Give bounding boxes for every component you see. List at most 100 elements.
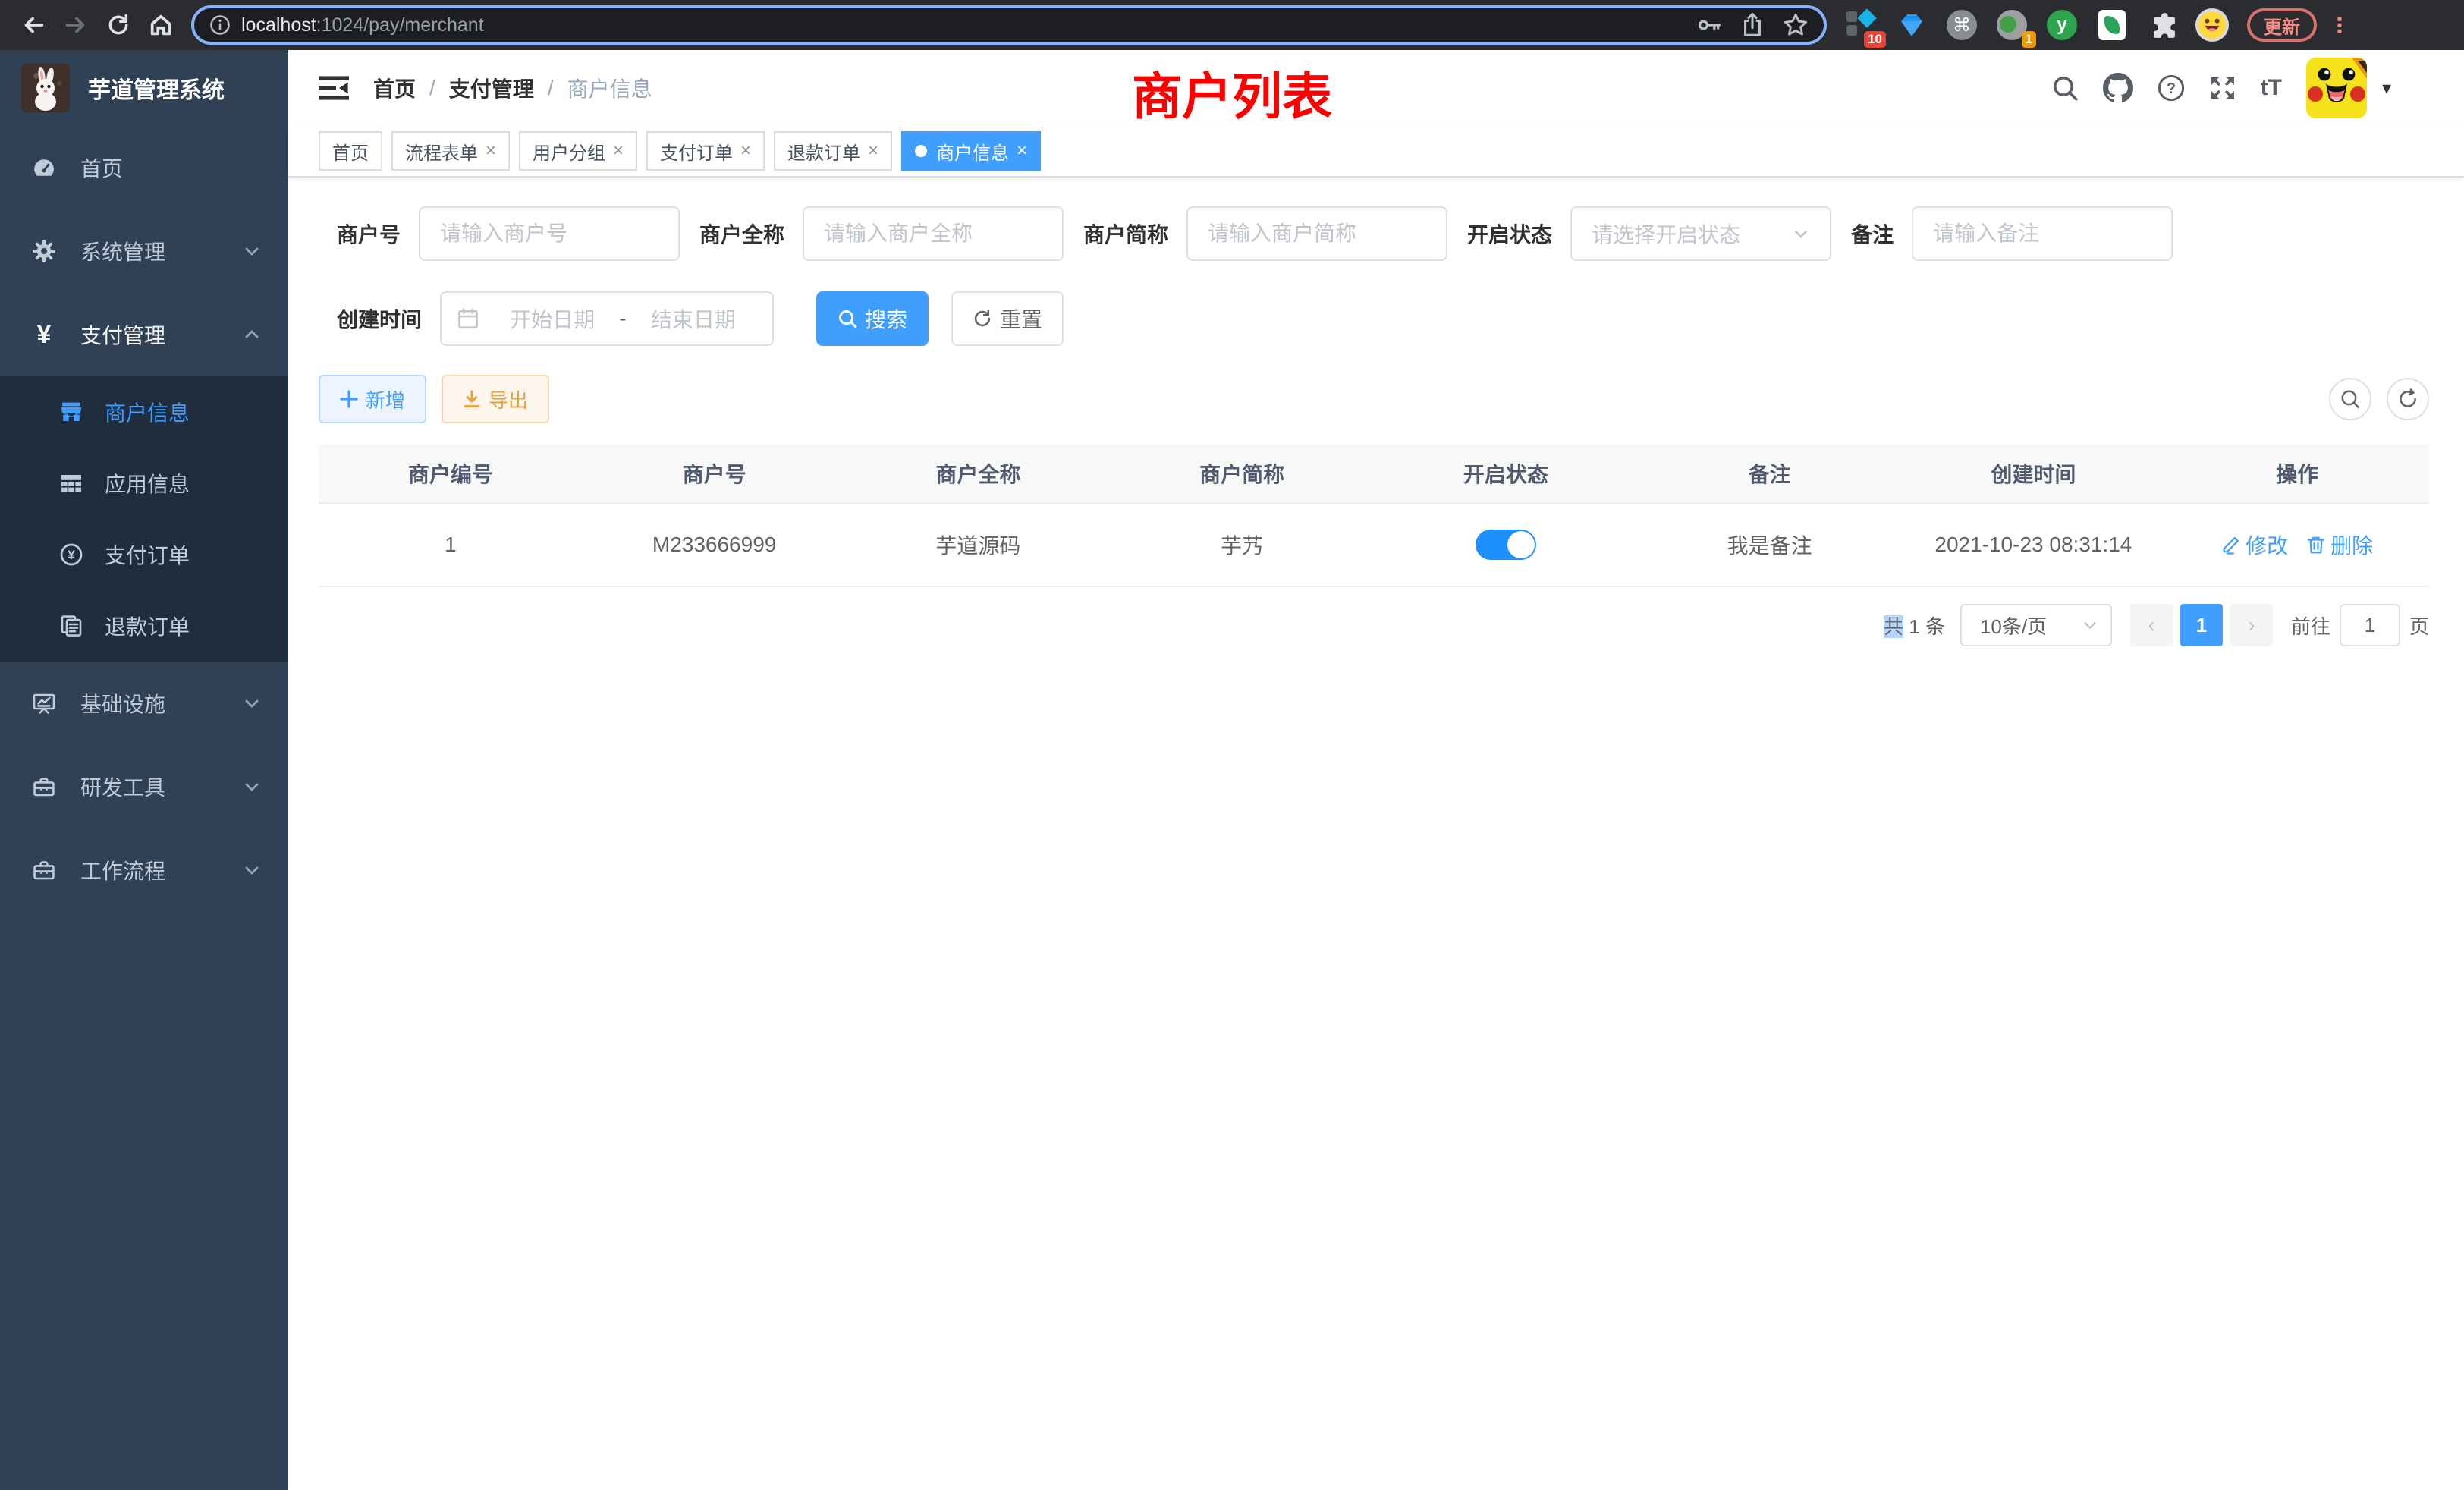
tab-label: 首页 xyxy=(332,138,369,165)
user-avatar[interactable] xyxy=(2306,58,2367,118)
close-icon[interactable]: × xyxy=(1017,142,1027,160)
font-size-icon[interactable]: tT xyxy=(2261,75,2282,101)
command-extension-icon[interactable]: ⌘ xyxy=(1945,8,1978,42)
sidebar-item-system[interactable]: 系统管理 xyxy=(0,209,288,293)
share-icon[interactable] xyxy=(1740,12,1765,38)
close-icon[interactable]: × xyxy=(613,142,624,160)
full-name-input[interactable] xyxy=(803,206,1064,261)
profile-avatar-icon[interactable] xyxy=(2195,8,2229,42)
tag-view-bar: 首页 流程表单 × 用户分组 × 支付订单 × 退款订单 × xyxy=(288,126,2464,178)
extension-badge: 1 xyxy=(2022,31,2036,48)
short-name-input[interactable] xyxy=(1186,206,1447,261)
tab-refund-order[interactable]: 退款订单 × xyxy=(774,131,892,171)
goto-suffix: 页 xyxy=(2409,611,2429,640)
search-button-label: 搜索 xyxy=(865,303,907,334)
search-button[interactable]: 搜索 xyxy=(816,291,929,346)
y-extension-icon[interactable]: y xyxy=(2045,8,2079,42)
next-page-button[interactable]: › xyxy=(2230,604,2273,646)
sidebar-item-pay[interactable]: ¥ 支付管理 xyxy=(0,293,288,376)
merchant-no-input[interactable] xyxy=(419,206,680,261)
add-button-label: 新增 xyxy=(366,385,405,413)
github-icon[interactable] xyxy=(2103,73,2133,103)
column-header: 操作 xyxy=(2165,445,2429,502)
edit-label: 修改 xyxy=(2246,530,2288,560)
forward-icon[interactable] xyxy=(55,4,97,46)
fullscreen-icon[interactable] xyxy=(2209,74,2236,102)
pencil-icon xyxy=(2221,535,2241,555)
update-label: 更新 xyxy=(2264,12,2300,39)
gem-extension-icon[interactable] xyxy=(1895,8,1928,42)
page-1-button[interactable]: 1 xyxy=(2180,604,2223,646)
hamburger-icon[interactable] xyxy=(319,74,349,102)
sidebar-item-devtool[interactable]: 研发工具 xyxy=(0,745,288,828)
chrome-update-button[interactable]: 更新 xyxy=(2247,8,2317,42)
toolbox-icon xyxy=(30,775,58,799)
close-icon[interactable]: × xyxy=(740,142,751,160)
sidebar-item-infra[interactable]: 基础设施 xyxy=(0,662,288,745)
main-area: 首页 / 支付管理 / 商户信息 ? xyxy=(288,50,2464,1490)
reset-button[interactable]: 重置 xyxy=(951,291,1064,346)
back-icon[interactable] xyxy=(12,4,55,46)
table-row: 1 M233666999 芋道源码 芋艿 我是备注 2021-10-23 08:… xyxy=(319,504,2429,587)
tab-manager-extension-icon[interactable]: 1 xyxy=(1995,8,2029,42)
help-icon[interactable]: ? xyxy=(2158,74,2185,102)
close-icon[interactable]: × xyxy=(868,142,878,160)
tab-home[interactable]: 首页 xyxy=(319,131,382,171)
password-key-icon[interactable] xyxy=(1696,12,1722,38)
table-tools xyxy=(2329,378,2429,420)
breadcrumb: 首页 / 支付管理 / 商户信息 xyxy=(373,73,652,103)
monitor-chart-icon xyxy=(30,691,58,715)
field-label: 商户简称 xyxy=(1083,218,1168,249)
sketch-extension-icon[interactable]: 10 xyxy=(1845,8,1878,42)
status-toggle[interactable] xyxy=(1476,530,1536,560)
sidebar-item-merchant-info[interactable]: 商户信息 xyxy=(0,376,288,448)
add-button[interactable]: 新增 xyxy=(319,375,426,423)
info-icon[interactable] xyxy=(209,14,231,36)
field-label: 创建时间 xyxy=(337,303,422,334)
notes-extension-icon[interactable] xyxy=(2095,8,2129,42)
page-header: 首页 / 支付管理 / 商户信息 ? xyxy=(288,50,2464,126)
breadcrumb-pay[interactable]: 支付管理 xyxy=(449,73,534,103)
cell-status xyxy=(1374,504,1638,586)
url-bar[interactable]: localhost:1024/pay/merchant xyxy=(191,5,1827,45)
page-size-select[interactable]: 10条/页 xyxy=(1960,604,2112,646)
caret-down-icon[interactable]: ▾ xyxy=(2382,77,2391,99)
edit-link[interactable]: 修改 xyxy=(2221,530,2288,560)
delete-link[interactable]: 删除 xyxy=(2306,530,2373,560)
breadcrumb-home[interactable]: 首页 xyxy=(373,73,416,103)
search-icon[interactable] xyxy=(2051,74,2079,102)
goto-page-input[interactable] xyxy=(2340,604,2400,646)
sidebar-item-app-info[interactable]: 应用信息 xyxy=(0,448,288,519)
filter-full-name: 商户全称 xyxy=(699,206,1064,261)
date-range-picker[interactable]: 开始日期 - 结束日期 xyxy=(440,291,774,346)
export-button[interactable]: 导出 xyxy=(442,375,549,423)
logo-row[interactable]: 芋道管理系统 xyxy=(0,50,288,126)
status-select[interactable]: 请选择开启状态 xyxy=(1570,206,1831,261)
remark-input[interactable] xyxy=(1912,206,2173,261)
sidebar-item-workflow[interactable]: 工作流程 xyxy=(0,828,288,912)
tab-user-group[interactable]: 用户分组 × xyxy=(519,131,637,171)
tab-process-form[interactable]: 流程表单 × xyxy=(391,131,510,171)
prev-page-button[interactable]: ‹ xyxy=(2130,604,2173,646)
bookmark-star-icon[interactable] xyxy=(1783,12,1809,38)
show-search-button[interactable] xyxy=(2329,378,2371,420)
pay-submenu: 商户信息 应用信息 ¥ 支付订单 xyxy=(0,376,288,662)
tab-pay-order[interactable]: 支付订单 × xyxy=(646,131,765,171)
refresh-icon xyxy=(973,309,992,328)
filter-row-2: 创建时间 开始日期 - 结束日期 xyxy=(319,291,2429,346)
reload-icon[interactable] xyxy=(97,4,140,46)
sidebar-item-home[interactable]: 首页 xyxy=(0,126,288,209)
chrome-menu-icon[interactable]: ⋮ xyxy=(2329,13,2350,38)
sidebar-item-pay-order[interactable]: ¥ 支付订单 xyxy=(0,519,288,590)
total-prefix: 共 xyxy=(1884,615,1903,638)
sidebar-item-refund-order[interactable]: 退款订单 xyxy=(0,590,288,662)
merchant-table: 商户编号 商户号 商户全称 商户简称 开启状态 备注 创建时间 操作 1 M23… xyxy=(319,445,2429,587)
field-label: 商户全称 xyxy=(699,218,784,249)
close-icon[interactable]: × xyxy=(486,142,496,160)
home-icon[interactable] xyxy=(140,4,182,46)
tab-merchant-info[interactable]: 商户信息 × xyxy=(901,131,1041,171)
yen-icon: ¥ xyxy=(30,322,58,347)
refresh-table-button[interactable] xyxy=(2387,378,2429,420)
app-title: 芋道管理系统 xyxy=(88,71,225,105)
puzzle-extensions-icon[interactable] xyxy=(2145,8,2179,42)
